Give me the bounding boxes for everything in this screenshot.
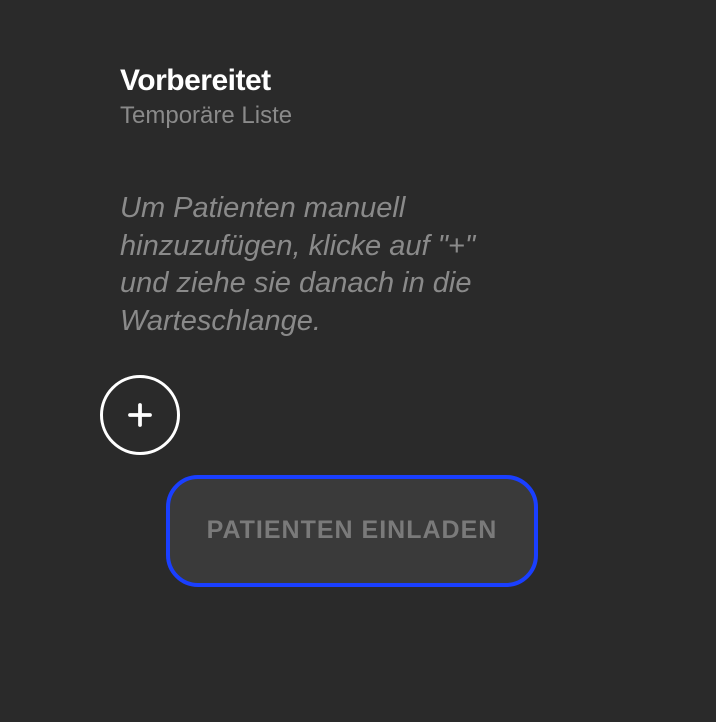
invite-patients-label: PATIENTEN EINLADEN [207, 516, 498, 545]
invite-patients-button[interactable]: PATIENTEN EINLADEN [166, 475, 538, 587]
column-prepared-title: Vorbereitet [120, 64, 520, 98]
column-prepared: Vorbereitet Temporäre Liste Um Patienten… [120, 64, 520, 587]
add-patient-button[interactable] [100, 375, 180, 455]
column-prepared-subtitle: Temporäre Liste [120, 102, 520, 130]
helper-text-prepared: Um Patienten manuell hinzuzufügen, klick… [120, 190, 520, 341]
plus-icon [125, 400, 155, 430]
